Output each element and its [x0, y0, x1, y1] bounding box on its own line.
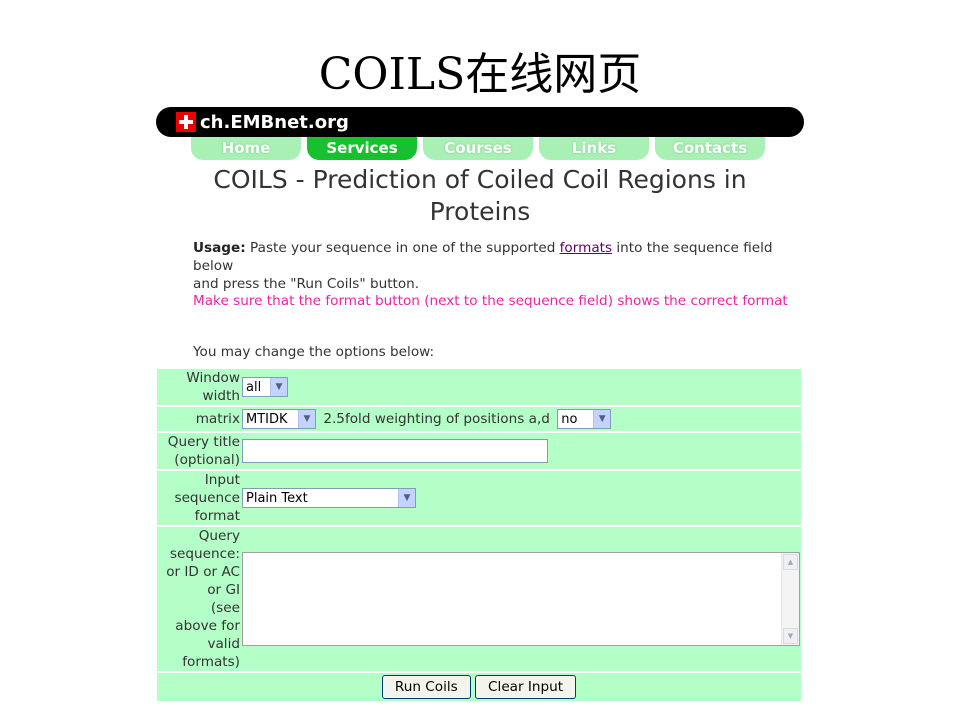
textarea-scrollbar[interactable]: ▲ ▼ — [781, 553, 799, 645]
row-window-width: Window width all ▼ — [157, 369, 801, 405]
query-title-cell — [242, 433, 801, 469]
input-format-select[interactable]: Plain Text ▼ — [242, 488, 416, 508]
matrix-cell: MTIDK ▼ 2.5fold weighting of positions a,… — [242, 407, 801, 431]
page-heading: COILS - Prediction of Coiled Coil Region… — [180, 164, 780, 228]
page-heading-line2: Proteins — [429, 197, 531, 226]
chevron-down-icon: ▼ — [270, 378, 287, 396]
clear-input-button[interactable]: Clear Input — [475, 675, 577, 699]
nav-tab-courses[interactable]: Courses — [423, 137, 533, 160]
query-sequence-label: Query sequence: or ID or AC or GI (see a… — [157, 527, 242, 671]
row-buttons: Run Coils Clear Input — [157, 673, 801, 701]
swiss-flag-icon — [176, 112, 196, 132]
window-width-label: Window width — [157, 369, 242, 405]
window-width-cell: all ▼ — [242, 369, 801, 405]
row-input-format: Input sequence format Plain Text ▼ — [157, 471, 801, 525]
nav-tab-home[interactable]: Home — [191, 137, 301, 160]
weighting-select[interactable]: no ▼ — [557, 409, 612, 429]
run-coils-button[interactable]: Run Coils — [381, 675, 471, 699]
usage-instructions: Usage: Paste your sequence in one of the… — [193, 240, 803, 311]
weighting-label: 2.5fold weighting of positions a,d — [323, 411, 550, 427]
matrix-select[interactable]: MTIDK ▼ — [242, 409, 316, 429]
query-title-input[interactable] — [242, 439, 548, 463]
row-matrix: matrix MTIDK ▼ 2.5fold weighting of posit… — [157, 407, 801, 431]
usage-text3: and press the "Run Coils" button. — [193, 275, 420, 292]
chevron-down-icon: ▼ — [398, 489, 415, 507]
nav-tab-contacts[interactable]: Contacts — [655, 137, 765, 160]
query-sequence-cell: ▲ ▼ — [242, 527, 801, 671]
usage-text1: Paste your sequence in one of the suppor… — [245, 240, 560, 256]
query-title-label: Query title (optional) — [157, 433, 242, 469]
scroll-down-icon[interactable]: ▼ — [783, 628, 798, 644]
site-logo[interactable]: ch.EMBnet.org — [176, 111, 349, 133]
chevron-down-icon: ▼ — [593, 410, 611, 428]
formats-link[interactable]: formats — [560, 240, 612, 256]
input-format-cell: Plain Text ▼ — [242, 471, 801, 525]
options-note: You may change the options below: — [193, 344, 435, 360]
main-nav: Home Services Courses Links Contacts — [191, 137, 771, 160]
site-header-bar: ch.EMBnet.org — [156, 107, 804, 137]
query-sequence-textarea[interactable]: ▲ ▼ — [242, 552, 800, 646]
row-query-title: Query title (optional) — [157, 433, 801, 469]
window-width-select[interactable]: all ▼ — [242, 377, 288, 397]
chevron-down-icon: ▼ — [298, 410, 315, 428]
scroll-up-icon[interactable]: ▲ — [783, 554, 798, 570]
coils-form: Window width all ▼ matrix MTIDK ▼ 2.5fold w… — [157, 367, 801, 703]
input-format-label: Input sequence format — [157, 471, 242, 525]
slide-title: COILS在线网页 — [318, 49, 642, 100]
row-query-sequence: Query sequence: or ID or AC or GI (see a… — [157, 527, 801, 671]
logo-text: ch.EMBnet.org — [200, 111, 349, 133]
page-heading-line1: COILS - Prediction of Coiled Coil Region… — [213, 165, 747, 194]
nav-tab-services[interactable]: Services — [307, 137, 417, 160]
buttons-cell: Run Coils Clear Input — [157, 673, 801, 701]
nav-tab-links[interactable]: Links — [539, 137, 649, 160]
usage-label: Usage: — [193, 240, 246, 256]
matrix-label: matrix — [157, 407, 242, 431]
format-warning: Make sure that the format button (next t… — [193, 293, 788, 310]
